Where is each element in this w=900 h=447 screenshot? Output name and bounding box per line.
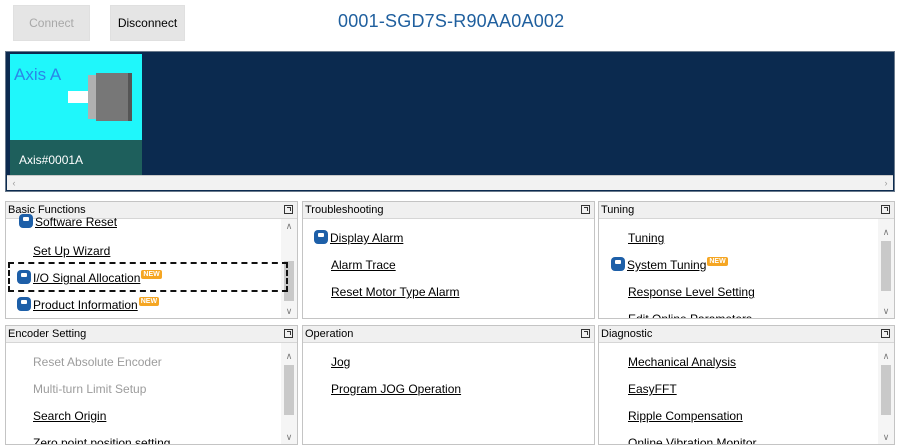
item-label: Product Information bbox=[33, 298, 138, 312]
item-label: System Tuning bbox=[627, 258, 707, 272]
item-easyfft[interactable]: EasyFFT bbox=[628, 378, 677, 400]
panel-header: Encoder Setting bbox=[6, 326, 297, 343]
scroll-up-icon[interactable]: ∧ bbox=[878, 349, 894, 363]
panel-body: Mechanical Analysis EasyFFT Ripple Compe… bbox=[599, 343, 894, 444]
scroll-up-icon[interactable]: ∧ bbox=[281, 219, 297, 233]
device-title: 0001-SGD7S-R90AA0A002 bbox=[338, 11, 565, 31]
panel-operation: Operation Jog Program JOG Operation bbox=[302, 325, 595, 445]
panel-title: Tuning bbox=[601, 204, 635, 216]
scroll-down-icon[interactable]: ∨ bbox=[878, 430, 894, 444]
item-edit-online-parameters[interactable]: Edit Online Parameters bbox=[628, 308, 752, 318]
undock-icon[interactable] bbox=[581, 329, 590, 338]
connect-button[interactable]: Connect bbox=[13, 5, 90, 41]
panel-body: Reset Absolute Encoder Multi-turn Limit … bbox=[6, 343, 297, 444]
selection-highlight bbox=[8, 262, 288, 292]
item-alarm-trace[interactable]: Alarm Trace bbox=[331, 254, 396, 276]
item-system-tuning[interactable]: System Tuning NEW bbox=[611, 254, 728, 276]
item-display-alarm[interactable]: Display Alarm bbox=[314, 227, 403, 249]
axis-panel: Axis A Axis#0001A ‹ › bbox=[5, 51, 895, 192]
scroll-down-icon[interactable]: ∨ bbox=[281, 304, 297, 318]
item-multi-turn-limit-setup: Multi-turn Limit Setup bbox=[33, 382, 147, 396]
function-icon bbox=[19, 214, 33, 228]
panel-title: Troubleshooting bbox=[305, 204, 384, 216]
panel-body: Tuning System Tuning NEW Response Level S… bbox=[599, 219, 894, 318]
item-zero-point-position-setting[interactable]: Zero point position setting bbox=[33, 432, 170, 444]
panel-tuning: Tuning Tuning System Tuning NEW Response … bbox=[598, 201, 895, 319]
item-product-information[interactable]: Product Information NEW bbox=[17, 294, 160, 316]
panel-title: Diagnostic bbox=[601, 328, 653, 340]
item-jog[interactable]: Jog bbox=[331, 351, 350, 373]
new-badge: NEW bbox=[138, 297, 160, 306]
item-label: Software Reset bbox=[35, 215, 118, 228]
scroll-down-icon[interactable]: ∨ bbox=[281, 430, 297, 444]
item-ripple-compensation[interactable]: Ripple Compensation bbox=[628, 405, 743, 427]
undock-icon[interactable] bbox=[284, 205, 293, 214]
item-reset-motor-type-alarm[interactable]: Reset Motor Type Alarm bbox=[331, 281, 460, 303]
panel-basic-functions: Basic Functions Software Reset Set Up Wi… bbox=[5, 201, 298, 319]
scroll-thumb[interactable] bbox=[881, 241, 891, 291]
scroll-thumb[interactable] bbox=[881, 365, 891, 415]
scroll-down-icon[interactable]: ∨ bbox=[878, 304, 894, 318]
axis-name: Axis A bbox=[14, 65, 62, 84]
item-response-level-setting[interactable]: Response Level Setting bbox=[628, 281, 755, 303]
servo-motor-icon bbox=[68, 73, 132, 121]
undock-icon[interactable] bbox=[881, 329, 890, 338]
panel-diagnostic: Diagnostic Mechanical Analysis EasyFFT R… bbox=[598, 325, 895, 445]
item-program-jog-operation[interactable]: Program JOG Operation bbox=[331, 378, 461, 400]
scroll-up-icon[interactable]: ∧ bbox=[878, 225, 894, 239]
panel-title: Operation bbox=[305, 328, 354, 340]
item-tuning[interactable]: Tuning bbox=[628, 227, 664, 249]
scroll-right-icon[interactable]: › bbox=[879, 176, 893, 190]
item-label: Display Alarm bbox=[330, 231, 404, 245]
panel-title: Encoder Setting bbox=[8, 328, 87, 340]
vertical-scrollbar[interactable]: ∧ ∨ bbox=[281, 343, 297, 444]
panel-header: Diagnostic bbox=[599, 326, 894, 343]
vertical-scrollbar[interactable]: ∧ ∨ bbox=[878, 343, 894, 444]
undock-icon[interactable] bbox=[881, 205, 890, 214]
undock-icon[interactable] bbox=[284, 329, 293, 338]
panel-header: Operation bbox=[303, 326, 594, 343]
function-icon bbox=[611, 257, 625, 271]
item-online-vibration-monitor[interactable]: Online Vibration Monitor bbox=[628, 432, 757, 444]
item-search-origin[interactable]: Search Origin bbox=[33, 405, 106, 427]
undock-icon[interactable] bbox=[581, 205, 590, 214]
scroll-thumb[interactable] bbox=[284, 365, 294, 415]
scroll-left-icon[interactable]: ‹ bbox=[7, 176, 21, 190]
axis-id-label: Axis#0001A bbox=[10, 140, 142, 175]
panel-header: Tuning bbox=[599, 202, 894, 219]
item-software-reset[interactable]: Software Reset bbox=[19, 214, 117, 228]
new-badge: NEW bbox=[707, 257, 728, 266]
item-set-up-wizard[interactable]: Set Up Wizard bbox=[33, 240, 110, 262]
function-icon bbox=[314, 230, 328, 244]
function-icon bbox=[17, 297, 31, 311]
item-mechanical-analysis[interactable]: Mechanical Analysis bbox=[628, 351, 736, 373]
panel-troubleshooting: Troubleshooting Display Alarm Alarm Trac… bbox=[302, 201, 595, 319]
panel-header: Troubleshooting bbox=[303, 202, 594, 219]
axis-card-image-area: Axis A bbox=[10, 54, 142, 140]
disconnect-button[interactable]: Disconnect bbox=[110, 5, 185, 41]
axis-horizontal-scrollbar[interactable]: ‹ › bbox=[7, 175, 893, 190]
vertical-scrollbar[interactable]: ∧ ∨ bbox=[878, 219, 894, 318]
item-reset-absolute-encoder: Reset Absolute Encoder bbox=[33, 355, 162, 369]
panel-encoder-setting: Encoder Setting Reset Absolute Encoder M… bbox=[5, 325, 298, 445]
axis-card[interactable]: Axis A Axis#0001A bbox=[10, 54, 142, 175]
panel-body: Jog Program JOG Operation bbox=[303, 343, 594, 444]
panel-body: Display Alarm Alarm Trace Reset Motor Ty… bbox=[303, 219, 594, 318]
scroll-up-icon[interactable]: ∧ bbox=[281, 349, 297, 363]
